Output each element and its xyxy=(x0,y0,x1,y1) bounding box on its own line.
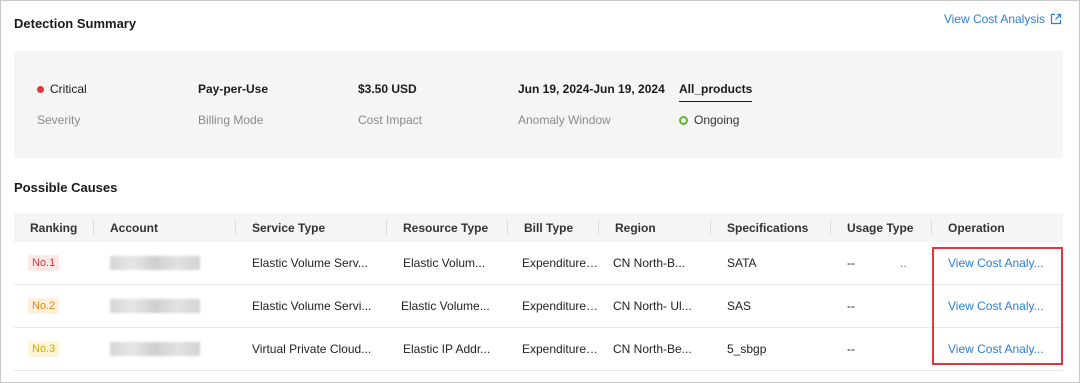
severity-label: Severity xyxy=(37,113,81,127)
resource-type-cell: Elastic Volum... xyxy=(387,242,508,285)
column-header-service-type: Service Type xyxy=(236,213,387,242)
table-row: No.3 Virtual Private Cloud... Elastic IP… xyxy=(14,327,1063,371)
view-cost-analysis-link[interactable]: View Cost Analysis xyxy=(944,12,1062,26)
ongoing-status-icon xyxy=(679,115,688,125)
cost-impact-field: $3.50 USD Cost Impact xyxy=(358,82,422,127)
resource-type-cell: Elastic Volume... xyxy=(387,284,508,328)
resource-type-cell: Elastic IP Addr... xyxy=(387,327,508,371)
severity-value: Critical xyxy=(50,82,87,96)
service-type-cell: Elastic Volume Servi... xyxy=(236,284,387,328)
specifications-cell: SAS xyxy=(711,284,831,328)
column-header-resource-type: Resource Type xyxy=(387,213,508,242)
billing-mode-value: Pay-per-Use xyxy=(198,82,269,96)
bill-type-cell: Expenditure-... xyxy=(508,327,599,371)
billing-mode-label: Billing Mode xyxy=(198,113,264,127)
possible-causes-table: Ranking Account Service Type Resource Ty… xyxy=(14,213,1063,371)
external-link-icon xyxy=(1050,13,1062,25)
account-redacted xyxy=(110,299,200,314)
specifications-cell: SATA xyxy=(711,242,831,285)
detection-summary-title: Detection Summary xyxy=(14,16,137,31)
usage-type-cell: --.. xyxy=(831,242,932,285)
detection-summary-box: Critical Severity Pay-per-Use Billing Mo… xyxy=(14,51,1063,158)
rank-badge: No.3 xyxy=(28,341,60,357)
status-text: Ongoing xyxy=(694,113,740,127)
view-cost-analysis-label: View Cost Analysis xyxy=(943,12,1045,26)
usage-type-cell: -- xyxy=(831,284,932,328)
rank-badge: No.2 xyxy=(28,298,60,314)
service-type-cell: Virtual Private Cloud... xyxy=(236,327,387,371)
severity-field: Critical Severity xyxy=(37,82,87,127)
anomaly-window-field: Jun 19, 2024-Jun 19, 2024 Anomaly Window xyxy=(518,82,665,127)
anomaly-window-label: Anomaly Window xyxy=(518,113,611,127)
billing-mode-field: Pay-per-Use Billing Mode xyxy=(198,82,268,127)
anomaly-window-value: Jun 19, 2024-Jun 19, 2024 xyxy=(518,82,665,96)
possible-causes-title: Possible Causes xyxy=(14,180,118,195)
bill-type-cell: Expenditure-... xyxy=(508,242,599,285)
usage-type-cell: -- xyxy=(831,327,932,371)
table-header-row: Ranking Account Service Type Resource Ty… xyxy=(14,213,1063,242)
status-badge: Ongoing xyxy=(679,113,739,127)
column-header-ranking: Ranking xyxy=(14,213,94,242)
rank-badge: No.1 xyxy=(28,255,60,271)
column-header-account: Account xyxy=(94,213,236,242)
table-row: No.1 Elastic Volume Serv... Elastic Volu… xyxy=(14,242,1063,285)
account-redacted xyxy=(110,342,200,357)
column-header-region: Region xyxy=(599,213,711,242)
bill-type-cell: Expenditure-... xyxy=(508,284,599,328)
account-redacted xyxy=(110,256,200,271)
specifications-cell: 5_sbgp xyxy=(711,327,831,371)
column-header-specifications: Specifications xyxy=(711,213,831,242)
view-cost-analysis-row-link[interactable]: View Cost Analy... xyxy=(948,256,1044,270)
region-cell: CN North-B... xyxy=(599,242,711,285)
column-header-bill-type: Bill Type xyxy=(508,213,599,242)
cost-impact-value: $3.50 USD xyxy=(358,82,417,96)
region-cell: CN North-Be... xyxy=(599,327,711,371)
region-cell: CN North- Ul... xyxy=(599,284,711,328)
column-header-usage-type: Usage Type xyxy=(831,213,932,242)
critical-dot-icon xyxy=(37,85,44,93)
cost-impact-label: Cost Impact xyxy=(358,113,423,127)
service-type-cell: Elastic Volume Serv... xyxy=(236,242,387,285)
all-products-tag[interactable]: All_products xyxy=(679,82,753,102)
view-cost-analysis-row-link[interactable]: View Cost Analy... xyxy=(948,299,1044,313)
table-row: No.2 Elastic Volume Servi... Elastic Vol… xyxy=(14,284,1063,328)
view-cost-analysis-row-link[interactable]: View Cost Analy... xyxy=(948,342,1044,356)
column-header-operation: Operation xyxy=(932,213,1063,242)
